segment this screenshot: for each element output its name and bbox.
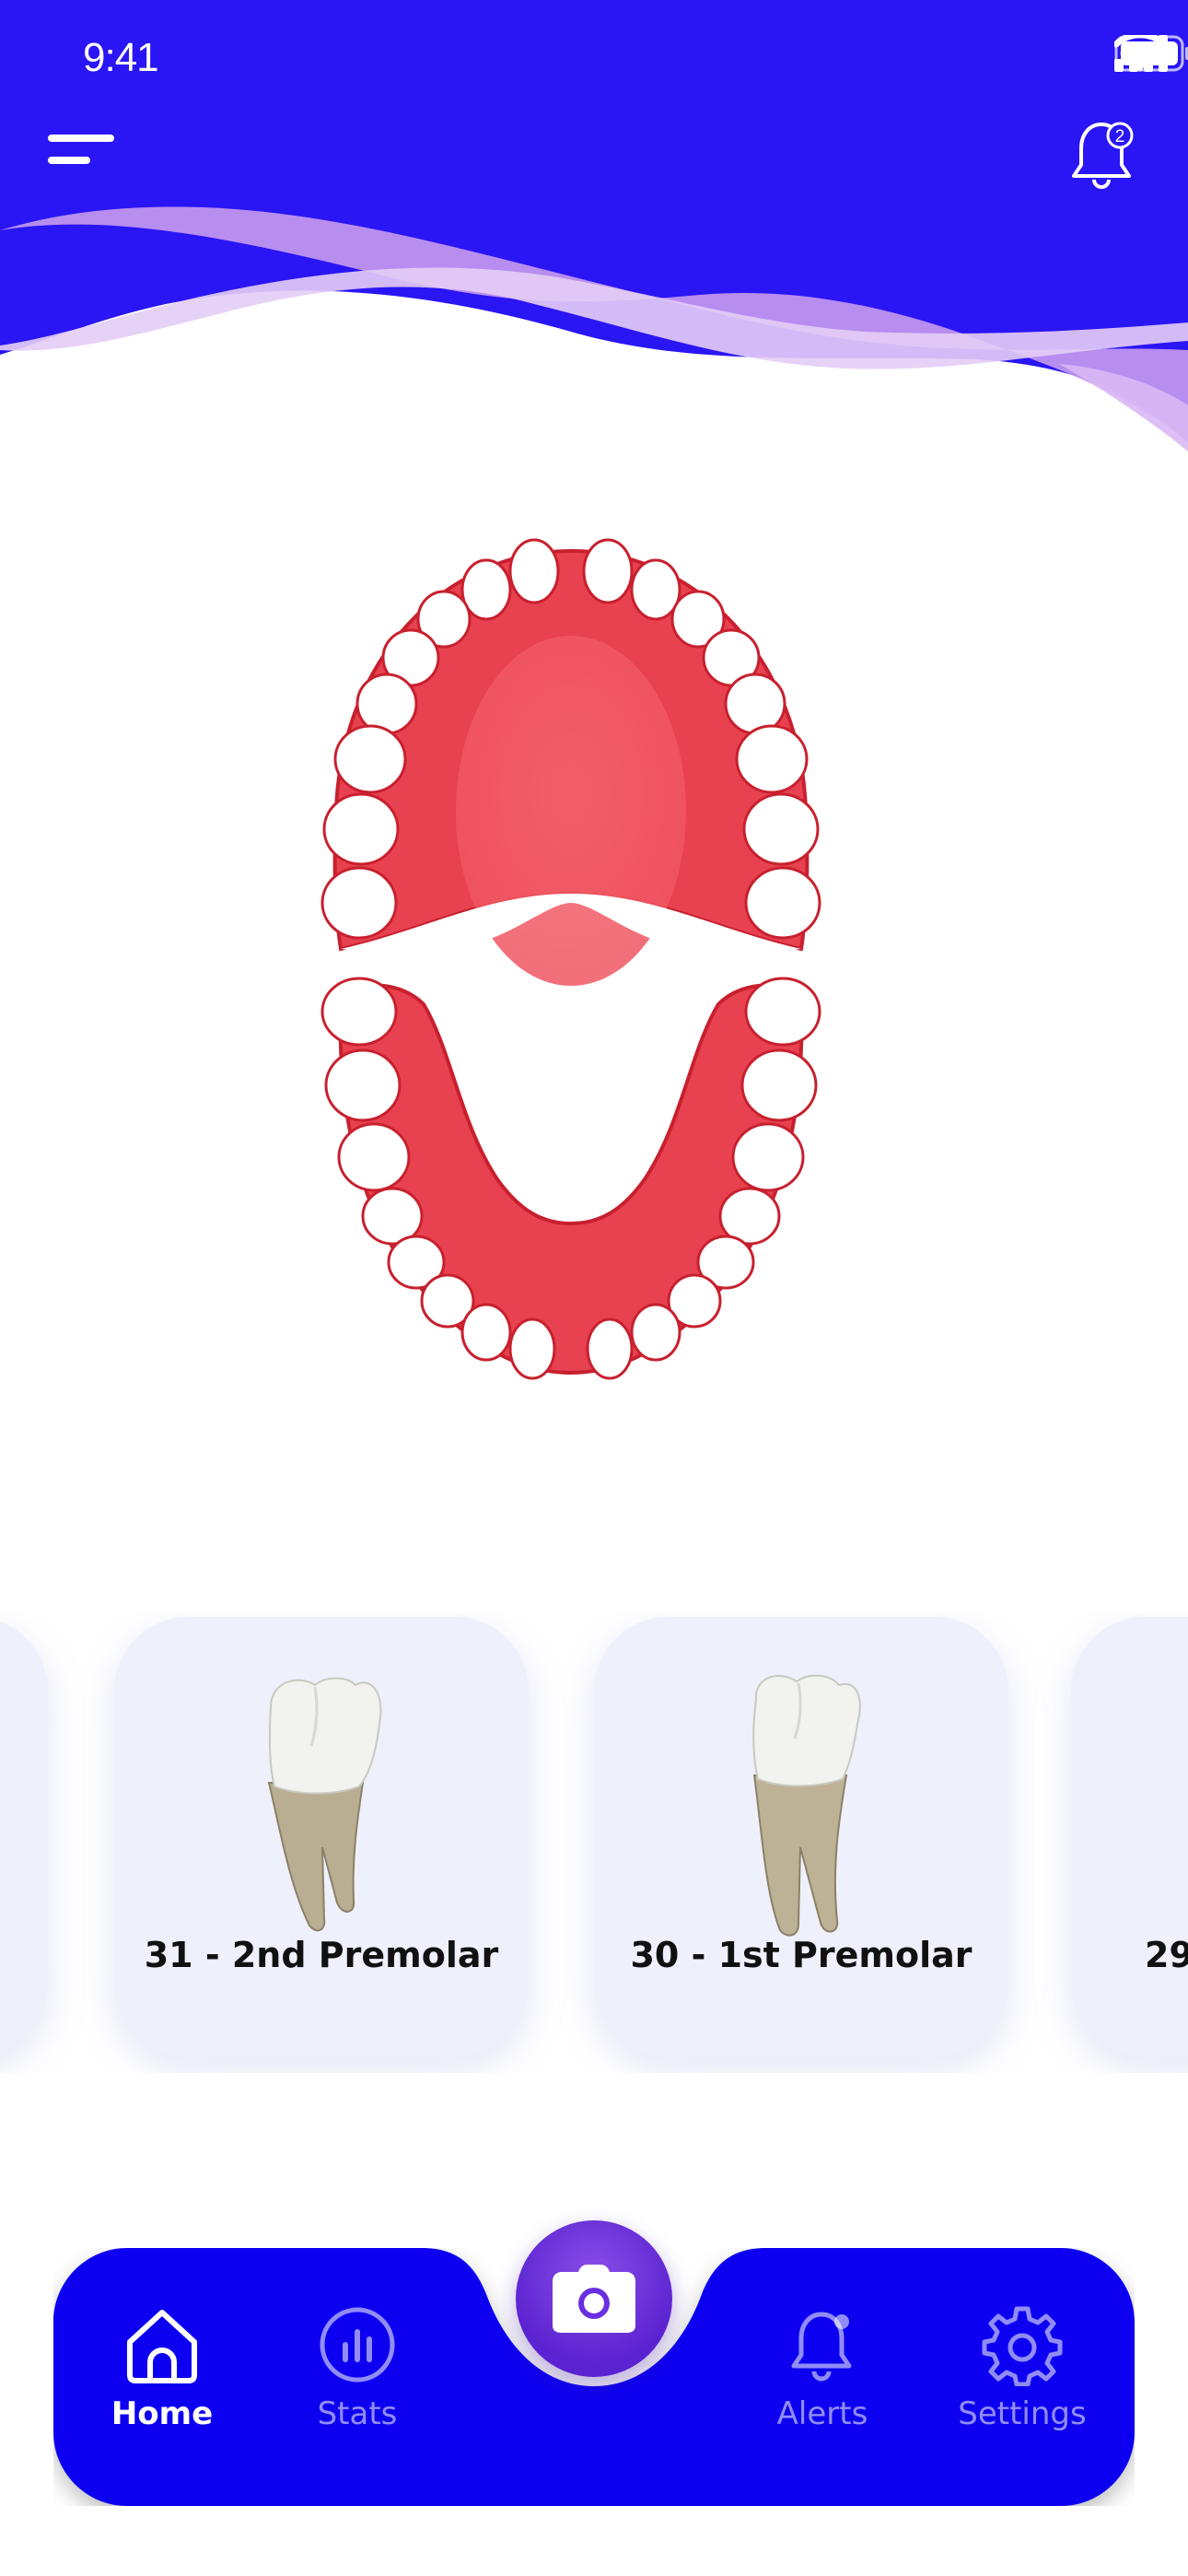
molar-tooth-image — [267, 1677, 382, 1932]
tooth-card-label: 29 — [1145, 1935, 1188, 1975]
nav-settings[interactable]: Settings — [930, 2303, 1114, 2432]
nav-settings-label: Settings — [958, 2395, 1087, 2432]
home-icon — [127, 2310, 197, 2383]
menu-line — [48, 135, 114, 142]
notification-button[interactable]: 2 — [1068, 115, 1138, 194]
header: 9:41 2 — [0, 0, 1188, 461]
header-wave-background — [0, 0, 1188, 451]
battery-icon — [1114, 35, 1188, 72]
tooth-card[interactable] — [0, 1617, 48, 2057]
tooth-card-31[interactable]: 31 - 2nd Premolar — [114, 1617, 529, 2057]
nav-stats-label: Stats — [317, 2395, 398, 2432]
status-time: 9:41 — [83, 35, 159, 80]
stats-icon — [320, 2307, 395, 2383]
tooth-card-30[interactable]: 30 - 1st Premolar — [594, 1617, 1008, 2057]
gear-icon — [982, 2306, 1063, 2386]
bell-icon — [791, 2312, 852, 2382]
teeth-carousel[interactable]: 31 - 2nd Premolar 30 - 1st Premolar 29 — [0, 1612, 1188, 2073]
notification-count-badge: 2 — [1115, 127, 1125, 146]
nav-home-label: Home — [111, 2395, 214, 2432]
nav-alerts-label: Alerts — [776, 2395, 868, 2432]
bell-icon: 2 — [1072, 122, 1134, 189]
tooth-card-label: 31 - 2nd Premolar — [144, 1935, 499, 1975]
menu-line — [48, 157, 90, 164]
menu-button[interactable] — [48, 129, 122, 175]
tooth-card-29[interactable]: 29 — [1071, 1617, 1188, 2057]
bottom-navigation: Home Stats Alerts Settings — [53, 2220, 1135, 2506]
nav-alerts[interactable]: Alerts — [730, 2303, 914, 2432]
molar-tooth-image — [752, 1674, 861, 1937]
dental-arch-illustration — [320, 538, 821, 1380]
camera-icon — [553, 2265, 635, 2333]
tooth-card-label: 30 - 1st Premolar — [630, 1935, 973, 1975]
camera-button[interactable] — [516, 2220, 672, 2377]
nav-stats[interactable]: Stats — [265, 2303, 449, 2432]
nav-home[interactable]: Home — [70, 2303, 254, 2432]
